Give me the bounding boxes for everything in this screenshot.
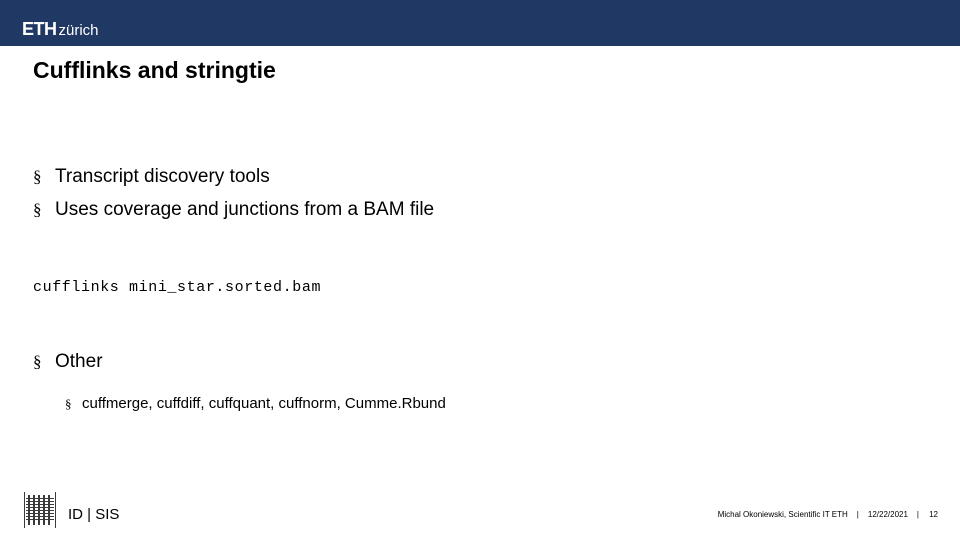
list-item: § Other bbox=[33, 345, 923, 378]
footer-author: Michal Okoniewski, Scientific IT ETH bbox=[717, 510, 848, 519]
bullet-marker-icon: § bbox=[33, 167, 42, 186]
list-item-label: Other bbox=[55, 351, 103, 372]
eth-zurich-logo: ETH zürich bbox=[22, 20, 99, 42]
code-snippet: cufflinks mini_star.sorted.bam bbox=[33, 279, 322, 296]
footer-separator-2: | bbox=[916, 510, 919, 519]
list-item-label: Uses coverage and junctions from a BAM f… bbox=[55, 199, 435, 220]
sub-list-item: § cuffmerge, cuffdiff, cuffquant, cuffno… bbox=[33, 391, 923, 417]
footer-meta: Michal Okoniewski, Scientific IT ETH | 1… bbox=[718, 509, 938, 520]
list-item: § Transcript discovery tools bbox=[33, 160, 923, 193]
footer-date: 12/22/2021 bbox=[867, 510, 908, 519]
bullet-marker-icon: § bbox=[33, 352, 42, 371]
eth-logo-sub-text: zürich bbox=[58, 22, 99, 39]
page-title: Cufflinks and stringtie bbox=[33, 57, 276, 83]
sub-list-item-label: cuffmerge, cuffdiff, cuffquant, cuffnorm… bbox=[82, 395, 446, 412]
footer-separator-1: | bbox=[856, 510, 859, 519]
slide-content: § Transcript discovery tools § Uses cove… bbox=[33, 160, 923, 417]
list-item-label: Transcript discovery tools bbox=[55, 166, 270, 187]
list-item: § Uses coverage and junctions from a BAM… bbox=[33, 193, 923, 226]
bullet-marker-icon: § bbox=[33, 200, 42, 219]
eth-logo-main-text: ETH bbox=[22, 19, 57, 39]
footer-page-number: 12 bbox=[929, 510, 938, 519]
footer-department: ID | SIS bbox=[68, 506, 120, 523]
eth-seal-icon bbox=[22, 490, 58, 530]
header-bar: ETH zürich bbox=[0, 0, 960, 46]
sub-bullet-marker-icon: § bbox=[65, 396, 72, 411]
